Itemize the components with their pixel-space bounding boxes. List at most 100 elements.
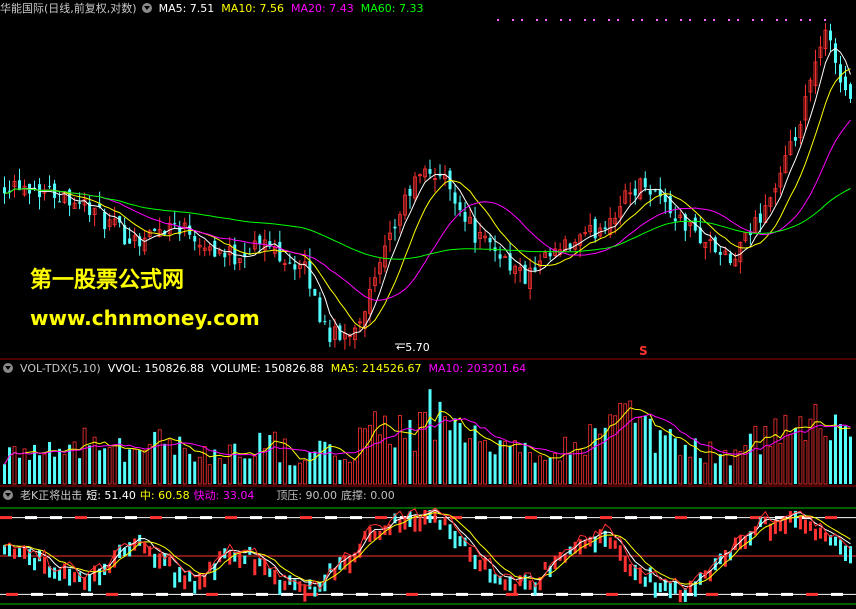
volume-bar bbox=[663, 435, 667, 484]
volume-bar bbox=[413, 450, 417, 485]
volume-bar bbox=[518, 452, 523, 485]
volume-bar bbox=[648, 418, 652, 484]
volume-bar bbox=[42, 453, 47, 485]
volume-bar bbox=[733, 449, 738, 485]
bottom-band-segment bbox=[356, 592, 368, 596]
volume-bar bbox=[488, 451, 492, 484]
candle-body bbox=[453, 192, 457, 204]
indicator-bar bbox=[153, 553, 157, 568]
top-band-segment bbox=[125, 516, 137, 520]
candle-body bbox=[713, 237, 717, 253]
volume-bar bbox=[618, 402, 623, 485]
indicator-bar bbox=[298, 581, 302, 592]
candle-body bbox=[633, 188, 637, 196]
dropdown-icon[interactable] bbox=[3, 490, 13, 500]
bottom-band-segment bbox=[231, 592, 243, 596]
volume-bar bbox=[533, 462, 537, 484]
indicator-bar bbox=[628, 564, 632, 577]
signal-dot bbox=[545, 19, 547, 21]
dropdown-icon[interactable] bbox=[3, 363, 13, 373]
volume-bar bbox=[418, 411, 422, 485]
indicator-bar bbox=[448, 524, 452, 540]
volume-bar bbox=[563, 436, 568, 485]
bottom-band-segment bbox=[381, 592, 393, 596]
bottom-band-segment bbox=[456, 592, 468, 596]
bottom-band-segment bbox=[331, 592, 343, 596]
candle-body bbox=[308, 260, 312, 289]
dropdown-icon[interactable] bbox=[141, 3, 152, 13]
volume-bar bbox=[818, 428, 823, 485]
bottom-band-segment bbox=[56, 592, 68, 596]
candle-body bbox=[728, 253, 732, 264]
volume-bar bbox=[713, 463, 717, 484]
signal-dot bbox=[536, 19, 538, 21]
volume-bar bbox=[363, 428, 367, 485]
volume-bar bbox=[103, 448, 107, 484]
top-band-segment bbox=[600, 516, 612, 520]
volume-bar bbox=[568, 454, 572, 484]
volume-bar bbox=[202, 446, 207, 485]
candle-body bbox=[173, 223, 177, 225]
signal-dot bbox=[617, 19, 619, 21]
volume-bar bbox=[643, 415, 647, 484]
volume-bar bbox=[288, 465, 292, 484]
indicator-bar bbox=[643, 576, 647, 587]
volume-bar bbox=[473, 425, 477, 484]
indicator-bar bbox=[798, 515, 802, 530]
indicator-bar bbox=[303, 585, 307, 602]
volume-bar bbox=[783, 414, 788, 485]
volume-bar bbox=[227, 444, 232, 485]
top-band-segment bbox=[250, 516, 262, 520]
volume-bar bbox=[793, 427, 797, 484]
candle-body bbox=[533, 267, 537, 271]
top-band-segment bbox=[150, 516, 162, 520]
candle-body bbox=[78, 202, 82, 204]
volume-bar bbox=[693, 438, 697, 484]
signal-dot bbox=[569, 19, 571, 21]
indicator-bar bbox=[503, 579, 507, 591]
bottom-band-segment bbox=[156, 592, 168, 596]
candle-body bbox=[603, 227, 607, 230]
ma10-label: MA10: 7.56 bbox=[221, 2, 285, 15]
volume-bar bbox=[458, 422, 462, 484]
ma60-label: MA60: 7.33 bbox=[360, 2, 424, 15]
candle-body bbox=[323, 321, 327, 323]
candle-body bbox=[718, 251, 722, 255]
candle-body bbox=[643, 178, 647, 188]
candle-body bbox=[328, 327, 332, 343]
indicator-bar bbox=[8, 543, 12, 557]
indicator-bar bbox=[18, 547, 22, 558]
volume-bar bbox=[112, 444, 117, 485]
candle-body bbox=[313, 288, 317, 296]
indicator-bar bbox=[493, 574, 497, 584]
volume-bar bbox=[153, 431, 157, 484]
volume-bar bbox=[398, 415, 402, 485]
indicator-bar bbox=[648, 567, 652, 583]
indicator-bar bbox=[283, 580, 287, 591]
indicator-panel-header: 老K正将出击 短: 51.40 中: 60.58 快动: 33.04 顶压: 90.00… bbox=[0, 487, 402, 504]
volume-bar bbox=[548, 457, 552, 484]
candle-body bbox=[408, 188, 412, 196]
volume-bar bbox=[593, 428, 597, 484]
candle-body bbox=[568, 243, 572, 249]
volume-bar bbox=[543, 460, 548, 485]
volume-bar bbox=[468, 438, 472, 485]
volume-bar bbox=[282, 438, 287, 485]
top-band-segment bbox=[25, 516, 37, 520]
indicator-bar bbox=[468, 546, 472, 562]
candle-body bbox=[288, 262, 292, 264]
price-panel bbox=[3, 19, 852, 350]
candle-body bbox=[548, 252, 552, 257]
volume-bar bbox=[173, 454, 177, 484]
indicator-bar bbox=[183, 575, 187, 590]
candle-body bbox=[498, 254, 502, 259]
volume-bar bbox=[613, 415, 618, 485]
volume-bar bbox=[698, 458, 702, 484]
volume-bar bbox=[498, 440, 502, 484]
watermark-line2: www.chnmoney.com bbox=[30, 306, 260, 330]
top-band-segment bbox=[300, 516, 312, 520]
bottom-band-segment bbox=[581, 592, 593, 596]
top-band-segment bbox=[50, 516, 62, 520]
signal-dot bbox=[713, 19, 715, 21]
volume-bar bbox=[523, 442, 527, 484]
